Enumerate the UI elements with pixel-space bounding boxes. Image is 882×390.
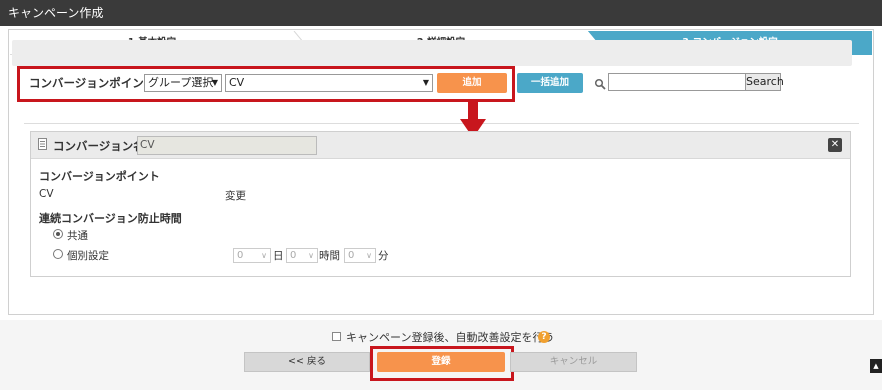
day-select[interactable]: 0 ∨ bbox=[233, 248, 271, 263]
auto-improve-checkbox[interactable] bbox=[332, 332, 341, 341]
conversion-toolbar bbox=[12, 40, 852, 66]
hour-select[interactable]: 0 ∨ bbox=[286, 248, 318, 263]
conversion-point-heading: コンバージョンポイント bbox=[39, 170, 160, 183]
dropdown-arrow-icon: ▼ bbox=[211, 78, 218, 87]
cancel-button[interactable]: キャンセル bbox=[510, 352, 637, 372]
auto-improve-label: キャンペーン登録後、自動改善設定を行う bbox=[346, 331, 555, 344]
conversion-name-input[interactable]: CV bbox=[137, 136, 317, 155]
minute-select[interactable]: 0 ∨ bbox=[344, 248, 376, 263]
group-select-value: グループ選択 bbox=[148, 76, 214, 89]
scroll-top-icon[interactable]: ▲ bbox=[870, 359, 882, 373]
conversion-select-value: CV bbox=[229, 76, 245, 89]
dropdown-arrow-icon: ▼ bbox=[422, 78, 429, 87]
prevent-time-heading: 連続コンバージョン防止時間 bbox=[39, 212, 182, 225]
conversion-panel: コンバージョン名 CV ✕ コンバージョンポイント CV 変更 連続コンバージョ… bbox=[30, 131, 851, 277]
radio-common[interactable] bbox=[53, 229, 63, 239]
search-input[interactable] bbox=[608, 73, 746, 91]
minute-select-value: 0 bbox=[348, 250, 355, 261]
chevron-down-icon: ∨ bbox=[366, 251, 372, 260]
window-title: キャンペーン作成 bbox=[0, 0, 882, 26]
help-icon[interactable]: ? bbox=[538, 331, 550, 343]
conversion-select[interactable]: CV ▼ bbox=[225, 74, 433, 92]
back-button[interactable]: << 戻る bbox=[244, 352, 370, 372]
chevron-down-icon: ∨ bbox=[308, 251, 314, 260]
hour-select-value: 0 bbox=[290, 250, 297, 261]
radio-individual-label: 個別設定 bbox=[67, 250, 109, 262]
register-button[interactable]: 登録 bbox=[377, 352, 505, 372]
close-icon[interactable]: ✕ bbox=[828, 138, 842, 152]
chevron-down-icon: ∨ bbox=[261, 251, 267, 260]
conversion-name-label: コンバージョン名 bbox=[53, 139, 145, 153]
conversion-point-label: コンバージョンポイント bbox=[29, 76, 156, 90]
search-icon bbox=[594, 78, 606, 90]
group-select[interactable]: グループ選択 ▼ bbox=[144, 74, 222, 92]
conversion-point-value: CV bbox=[39, 188, 54, 200]
radio-individual[interactable] bbox=[53, 249, 63, 259]
conversion-panel-header: コンバージョン名 CV ✕ bbox=[31, 132, 850, 159]
minute-unit: 分 bbox=[378, 250, 389, 262]
radio-common-label: 共通 bbox=[67, 230, 88, 242]
day-select-value: 0 bbox=[237, 250, 244, 261]
change-link[interactable]: 変更 bbox=[225, 188, 246, 203]
hour-unit: 時間 bbox=[319, 250, 340, 262]
divider bbox=[24, 123, 859, 124]
bulk-add-button[interactable]: 一括追加 bbox=[517, 73, 583, 93]
search-button[interactable]: Search bbox=[745, 73, 784, 91]
day-unit: 日 bbox=[273, 250, 284, 262]
add-button[interactable]: 追加 bbox=[437, 73, 507, 93]
document-icon bbox=[38, 138, 47, 150]
